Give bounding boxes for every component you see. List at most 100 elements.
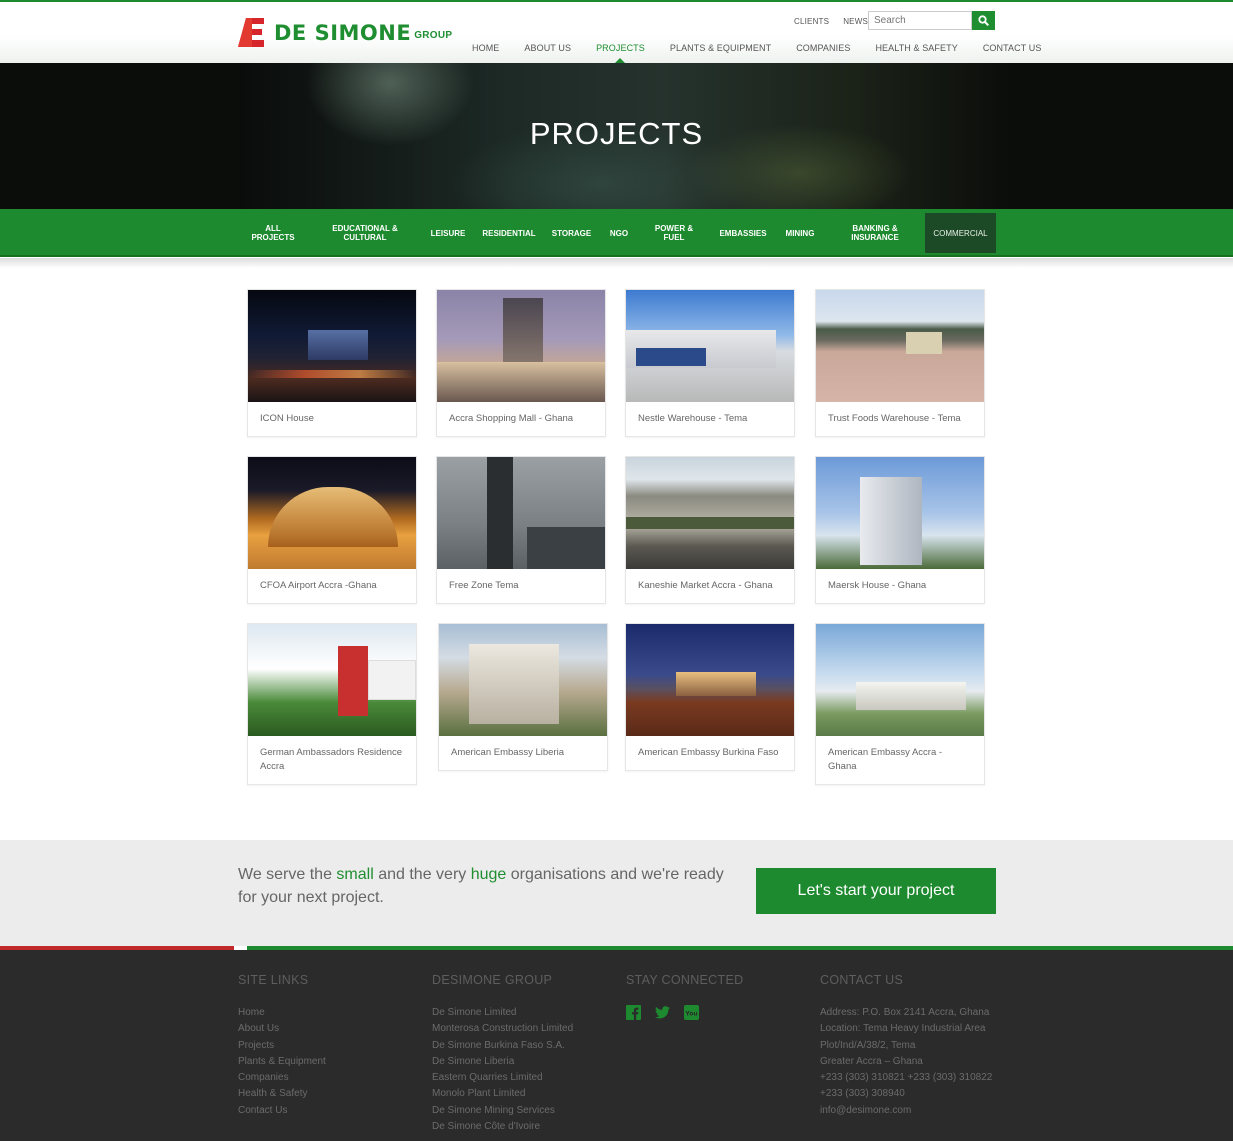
footer-link-home[interactable]: Home	[238, 1005, 326, 1021]
footer-link-about-us[interactable]: About Us	[238, 1021, 326, 1037]
project-image	[437, 290, 605, 402]
project-image	[816, 290, 984, 402]
nav-companies[interactable]: COMPANIES	[796, 43, 850, 53]
project-image	[437, 457, 605, 569]
search-form	[868, 11, 995, 30]
project-category-bar: ALL PROJECTS EDUCATIONAL & CULTURAL LEISUR…	[0, 209, 1233, 257]
project-caption: Accra Shopping Mall - Ghana	[449, 413, 574, 424]
project-image	[626, 624, 794, 736]
category-line-1: RESIDENTIAL	[482, 228, 536, 238]
footer-group-link[interactable]: De Simone Liberia	[432, 1054, 573, 1070]
footer-link-projects[interactable]: Projects	[238, 1038, 326, 1054]
category-line-1: STORAGE	[551, 228, 592, 238]
facebook-icon[interactable]	[626, 1005, 641, 1020]
contact-plot: Plot/Ind/A/38/2, Tema	[820, 1039, 916, 1051]
project-card[interactable]: ICON House	[247, 289, 417, 437]
footer-heading: DESIMONE GROUP	[432, 973, 553, 987]
category-line-1: ALL	[265, 224, 281, 233]
category-line-1: POWER &	[654, 224, 694, 233]
category-leisure[interactable]: LEISURE	[428, 209, 468, 257]
project-image	[248, 457, 416, 569]
category-power-fuel[interactable]: POWER & FUEL	[652, 209, 696, 257]
category-line-1: LEISURE	[430, 228, 466, 238]
site-header: DE SIMONE GROUP CLIENTS NEWS HOME ABOUT …	[0, 0, 1233, 64]
nav-projects[interactable]: PROJECTS	[596, 43, 645, 64]
page-title: PROJECTS	[529, 116, 704, 151]
project-caption: Maersk House - Ghana	[828, 580, 927, 591]
category-commercial[interactable]: COMMERCIAL	[925, 213, 996, 253]
footer-group-link[interactable]: Eastern Quarries Limited	[432, 1070, 573, 1086]
twitter-icon[interactable]	[655, 1005, 670, 1020]
nav-plants-equipment[interactable]: PLANTS & EQUIPMENT	[670, 43, 771, 53]
project-image	[816, 624, 984, 736]
clients-link[interactable]: CLIENTS	[794, 17, 829, 26]
category-line-1: EMBASSIES	[719, 228, 767, 238]
category-line-2: INSURANCE	[851, 233, 899, 242]
footer-group-link[interactable]: Monterosa Construction Limited	[432, 1021, 573, 1037]
project-caption: German Ambassadors Residence Accra	[260, 747, 403, 772]
search-icon	[978, 15, 989, 26]
project-image	[626, 290, 794, 402]
project-image	[816, 457, 984, 569]
project-image	[248, 290, 416, 402]
footer-group-link[interactable]: De Simone Limited	[432, 1005, 573, 1021]
category-embassies[interactable]: EMBASSIES	[718, 209, 768, 257]
cta-text: We serve the small and the very huge org…	[238, 863, 738, 909]
start-project-button[interactable]: Let's start your project	[756, 868, 996, 914]
category-line-1: NGO	[609, 228, 629, 238]
category-line-2: FUEL	[663, 233, 685, 242]
footer-link-plants-equipment[interactable]: Plants & Equipment	[238, 1054, 326, 1070]
footer-group-link[interactable]: De Simone Mining Services	[432, 1103, 573, 1119]
project-caption: American Embassy Liberia	[451, 747, 564, 758]
cta-section: We serve the small and the very huge org…	[0, 840, 1233, 946]
category-storage[interactable]: STORAGE	[551, 209, 592, 257]
footer-group-link[interactable]: De Simone Burkina Faso S.A.	[432, 1038, 573, 1054]
project-caption: Nestle Warehouse - Tema	[638, 413, 748, 424]
footer-group-link[interactable]: Monolo Plant Limited	[432, 1086, 573, 1102]
footer-site-links: SITE LINKS Home About Us Projects Plants…	[238, 973, 326, 1119]
project-card[interactable]: German Ambassadors Residence Accra	[247, 623, 417, 785]
category-residential[interactable]: RESIDENTIAL	[482, 209, 536, 257]
project-card[interactable]: Maersk House - Ghana	[815, 456, 985, 604]
cta-highlight-huge: huge	[470, 866, 507, 883]
logo[interactable]: DE SIMONE GROUP	[238, 18, 452, 47]
project-card[interactable]: American Embassy Burkina Faso	[625, 623, 795, 771]
nav-contact-us[interactable]: CONTACT US	[983, 43, 1042, 53]
footer-link-contact-us[interactable]: Contact Us	[238, 1103, 326, 1119]
youtube-icon[interactable]: You	[684, 1005, 699, 1020]
contact-phone[interactable]: +233 (303) 308940	[820, 1086, 992, 1102]
nav-about-us[interactable]: ABOUT US	[524, 43, 571, 53]
news-link[interactable]: NEWS	[843, 17, 868, 26]
category-ngo[interactable]: NGO	[607, 209, 631, 257]
logo-mark-icon	[238, 18, 264, 47]
project-card[interactable]: Kaneshie Market Accra - Ghana	[625, 456, 795, 604]
contact-email[interactable]: info@desimone.com	[820, 1103, 992, 1119]
project-image	[626, 457, 794, 569]
top-links: CLIENTS NEWS	[794, 17, 868, 26]
nav-health-safety[interactable]: HEALTH & SAFETY	[875, 43, 957, 53]
project-card[interactable]: CFOA Airport Accra -Ghana	[247, 456, 417, 604]
project-card[interactable]: Nestle Warehouse - Tema	[625, 289, 795, 437]
project-caption: American Embassy Burkina Faso	[638, 747, 779, 758]
project-card[interactable]: American Embassy Liberia	[438, 623, 608, 771]
footer-link-companies[interactable]: Companies	[238, 1070, 326, 1086]
project-card[interactable]: Accra Shopping Mall - Ghana	[436, 289, 606, 437]
search-input[interactable]	[868, 11, 972, 30]
project-card[interactable]: Trust Foods Warehouse - Tema	[815, 289, 985, 437]
project-card[interactable]: American Embassy Accra - Ghana	[815, 623, 985, 785]
search-button[interactable]	[972, 11, 995, 30]
project-caption: Free Zone Tema	[449, 580, 519, 591]
contact-region: Greater Accra – Ghana	[820, 1055, 923, 1067]
project-card[interactable]: Free Zone Tema	[436, 456, 606, 604]
divider-shadow	[0, 258, 1233, 268]
category-educational-cultural[interactable]: EDUCATIONAL & CULTURAL	[330, 209, 400, 257]
nav-home[interactable]: HOME	[472, 43, 499, 53]
footer-link-health-safety[interactable]: Health & Safety	[238, 1086, 326, 1102]
contact-phone[interactable]: +233 (303) 310821 +233 (303) 310822	[820, 1070, 992, 1086]
footer-heading: SITE LINKS	[238, 973, 309, 987]
project-caption: Trust Foods Warehouse - Tema	[828, 413, 961, 424]
category-banking-insurance[interactable]: BANKING & INSURANCE	[850, 209, 900, 257]
footer-group-link[interactable]: De Simone Côte d'Ivoire	[432, 1119, 573, 1135]
category-mining[interactable]: MINING	[784, 209, 816, 257]
category-all-projects[interactable]: ALL PROJECTS	[251, 209, 294, 257]
